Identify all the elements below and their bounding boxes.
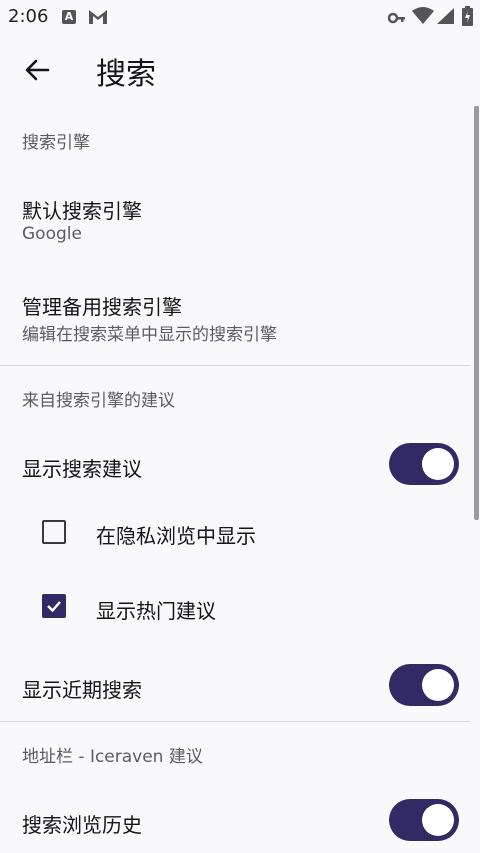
section-header-suggestions: 来自搜索引擎的建议 (22, 391, 175, 411)
checkmark-icon (47, 601, 61, 613)
notification-a-icon: A (62, 10, 76, 24)
browsing-history-switch[interactable] (389, 799, 459, 841)
vpn-key-icon (387, 10, 406, 29)
manage-search-engines-title: 管理备用搜索引擎 (22, 295, 182, 319)
wifi-icon (412, 7, 434, 29)
status-bar: 2:06 A (0, 0, 480, 34)
switch-knob (422, 669, 454, 701)
default-search-engine-value: Google (22, 224, 82, 244)
section-header-search-engine: 搜索引擎 (22, 133, 90, 153)
gmail-icon (88, 8, 108, 30)
divider (0, 721, 470, 722)
section-header-address-bar: 地址栏 - Iceraven 建议 (22, 747, 203, 767)
battery-icon (462, 6, 473, 30)
show-suggestions-label: 显示搜索建议 (22, 457, 142, 481)
recent-searches-switch[interactable] (389, 664, 459, 706)
private-browsing-checkbox[interactable] (42, 520, 66, 544)
private-browsing-label: 在隐私浏览中显示 (96, 524, 256, 548)
arrow-back-icon (25, 59, 50, 81)
page-title: 搜索 (96, 57, 156, 92)
trending-label: 显示热门建议 (96, 599, 216, 623)
status-time: 2:06 (8, 6, 49, 27)
recent-searches-label: 显示近期搜索 (22, 678, 142, 702)
switch-knob (422, 804, 454, 836)
signal-icon (436, 7, 454, 29)
manage-search-engines-subtitle: 编辑在搜索菜单中显示的搜索引擎 (22, 325, 277, 345)
scrollbar[interactable] (474, 106, 479, 520)
app-bar: 搜索 (0, 34, 480, 106)
show-suggestions-switch[interactable] (389, 443, 459, 485)
trending-checkbox[interactable] (42, 594, 66, 618)
browsing-history-label: 搜索浏览历史 (22, 813, 142, 837)
divider (0, 365, 470, 366)
switch-knob (422, 448, 454, 480)
default-search-engine-title: 默认搜索引擎 (22, 199, 142, 223)
back-button[interactable] (20, 52, 56, 88)
